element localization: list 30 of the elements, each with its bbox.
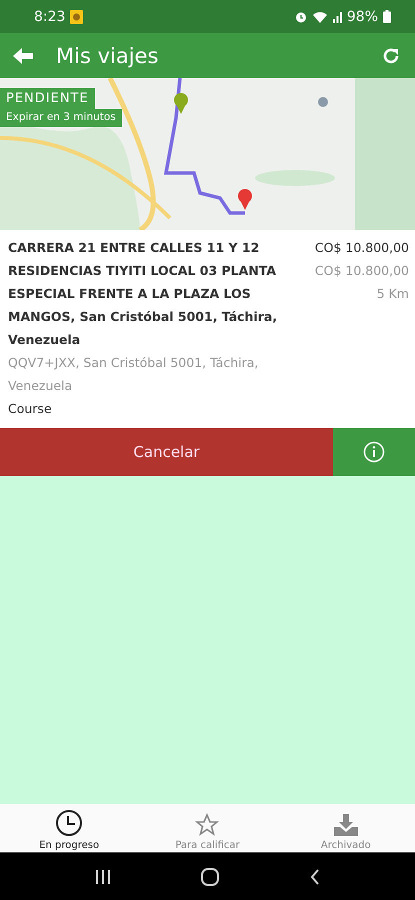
- app-notification-icon: [70, 10, 84, 24]
- origin-address: CARRERA 21 ENTRE CALLES 11 Y 12 RESIDENCIAS TIYITI LOCAL 03 PLANTA ESPECIAL FRENTE A LA PLAZA LOS MANGOS, San Cristóbal 5001, Táchira, Venezuela: [8, 239, 278, 349]
- alarm-icon: [294, 10, 307, 22]
- battery-percent: 98%: [346, 8, 378, 24]
- info-button[interactable]: [333, 428, 415, 476]
- nav-tab[interactable]: En progreso: [0, 804, 138, 852]
- wifi-icon: [312, 10, 328, 22]
- download-icon: [332, 813, 359, 837]
- destination-address: QQV7+JXX, San Cristóbal 5001, Táchira, Venezuela: [8, 354, 260, 395]
- refresh-icon: [381, 46, 401, 66]
- clock-time: 8:23: [34, 8, 66, 24]
- signal-icon: [332, 10, 342, 22]
- back-arrow-icon: [12, 46, 34, 64]
- screen-title: Mis viajes: [56, 44, 160, 68]
- expiry-label: Expirar en 3 minutos: [0, 109, 122, 127]
- nav-tab[interactable]: Para calificar: [138, 804, 277, 852]
- battery-icon: [383, 10, 391, 23]
- clock-icon: [55, 809, 84, 837]
- status-badge: PENDIENTE: [0, 88, 95, 109]
- recent-apps-icon: [95, 870, 112, 884]
- star-icon: [195, 813, 220, 837]
- trip-price: CO$ 10.800,00: [314, 239, 409, 257]
- nav-tab[interactable]: Archivado: [276, 804, 415, 852]
- estimated-price: CO$ 10.800,00: [314, 262, 409, 280]
- cancel-button[interactable]: Cancelar: [0, 428, 333, 476]
- info-icon: [363, 441, 385, 463]
- trip-type: Course: [8, 400, 53, 418]
- chevron-left-icon: [310, 868, 320, 884]
- home-icon: [201, 868, 220, 886]
- trip-distance: 5 Km: [376, 285, 409, 303]
